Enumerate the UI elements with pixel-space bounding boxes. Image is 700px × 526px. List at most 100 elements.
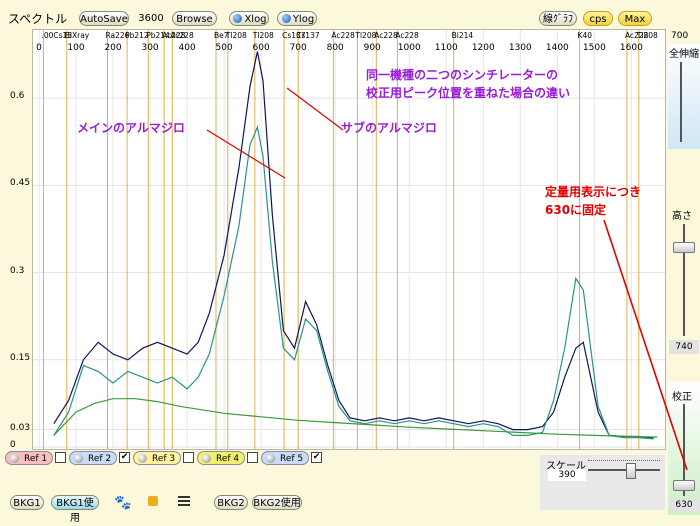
window-title: スペクトル: [8, 12, 68, 26]
ref-dot-icon: [138, 454, 147, 463]
radio-icon: [281, 14, 291, 23]
ref-checkbox-4[interactable]: [247, 452, 258, 463]
bkg2-use-button[interactable]: BKG2使用: [252, 495, 302, 510]
zoom-track: [680, 62, 682, 142]
ref-checkbox-3[interactable]: [183, 452, 194, 463]
bottom-bar: Ref 1 Ref 2 ✔ Ref 3 Ref 4 Ref 5 ✔ BKG1 BKG1使用 …: [0, 450, 668, 524]
spectrum-plot[interactable]: .00Cs13 BiXray Ra226 Pb212 Pb214 Ac228 Ac228 Be…: [32, 29, 666, 450]
ref-checkbox-2[interactable]: ✔: [119, 452, 130, 463]
ref-dot-icon: [10, 454, 19, 463]
calib-value: 630: [669, 498, 699, 512]
scale-panel: スケール 390: [540, 455, 665, 510]
y-tick-label: 0.45: [10, 178, 31, 189]
isotope-label: Tl208: [354, 31, 376, 40]
height-slider-area[interactable]: 高さ 740: [668, 152, 700, 367]
spectrum-chart: .00Cs13BiXray Ra226Pb212Pb214Ac228Ac228 Be…: [33, 30, 665, 449]
ref-checkbox-5[interactable]: ✔: [311, 452, 322, 463]
series-line-1: [53, 51, 654, 439]
height-label: 高さ: [672, 211, 692, 222]
annotation-main-label: メインのアルマジロ: [77, 121, 185, 135]
ref-label: Ref 3: [152, 454, 176, 464]
xlog-label: Xlog: [244, 14, 267, 25]
cps-button[interactable]: cps: [583, 11, 613, 26]
calib-slider-area[interactable]: 校正 630: [668, 382, 700, 515]
bkg1-button[interactable]: BKG1: [10, 495, 44, 510]
series-line-3: [53, 398, 658, 438]
scale-value: 390: [548, 469, 586, 481]
ref-button-5[interactable]: Ref 5: [261, 451, 309, 465]
bkg1-use-button[interactable]: BKG1使用: [51, 495, 99, 524]
isotope-label: Ac228: [395, 31, 419, 40]
y-tick-label: 0.15: [10, 352, 31, 363]
x-tick-label: 1600: [620, 43, 643, 53]
bkg2-button[interactable]: BKG2: [214, 495, 248, 510]
scale-slider-thumb[interactable]: [626, 463, 636, 479]
ref-checkbox-1[interactable]: [55, 452, 66, 463]
line-graph-button[interactable]: 線ｸﾞﾗﾌ: [539, 11, 577, 26]
right-panel: 700 全伸縮 高さ 740 校正 630: [668, 28, 700, 515]
annotation-title-line2: 校正用ピーク位置を重ねた場合の違い: [366, 86, 571, 100]
annotation-title-line1: 同一機種の二つのシンチレーターの: [366, 68, 559, 82]
height-track: [683, 224, 685, 336]
scale-ticks: [588, 460, 660, 463]
isotope-label: BiXray: [65, 31, 90, 40]
isotope-label: K40: [578, 31, 593, 40]
ref-label: Ref 5: [280, 454, 304, 464]
x-tick-label: 900: [364, 43, 381, 53]
x-tick-label: 300: [141, 43, 158, 53]
x-tick-label: 400: [179, 43, 196, 53]
x-tick-label: 1100: [435, 43, 458, 53]
zoom-label: 全伸縮: [669, 49, 699, 60]
annotation-sub-label: サブのアルマジロ: [341, 121, 437, 135]
ref-button-4[interactable]: Ref 4: [197, 451, 245, 465]
y-tick-label: 0.6: [10, 91, 25, 102]
isotope-label: Ac228: [170, 31, 194, 40]
x-tick-label: 800: [327, 43, 344, 53]
zoom-slider-area[interactable]: 全伸縮: [668, 44, 700, 149]
x-tick-label: 1000: [398, 43, 421, 53]
height-slider-thumb[interactable]: [673, 242, 695, 253]
x-tick-label: 600: [253, 43, 270, 53]
annotation-fixed-line2: 630に固定: [545, 203, 607, 217]
ref-label: Ref 2: [88, 454, 112, 464]
x-tick-label: 1400: [546, 43, 569, 53]
isotope-label: Tl208: [636, 31, 658, 40]
x-tick-label: 0: [36, 43, 42, 53]
x-tick-label: 500: [216, 43, 233, 53]
paw-icon[interactable]: 🐾: [114, 495, 131, 511]
scale-track: [588, 469, 660, 471]
isotope-label: Tl208: [252, 31, 274, 40]
ref-button-2[interactable]: Ref 2: [69, 451, 117, 465]
calib-slider-thumb[interactable]: [673, 480, 695, 491]
y-tick-label: 0.3: [10, 265, 25, 276]
x-tick-label: 1500: [583, 43, 606, 53]
ref-dot-icon: [202, 454, 211, 463]
toolbar: スペクトル AutoSave 3600 Browse Xlog Ylog 線ｸﾞ…: [0, 8, 700, 28]
ref-button-1[interactable]: Ref 1: [5, 451, 53, 465]
ref-dot-icon: [74, 454, 83, 463]
max-button[interactable]: Max: [618, 11, 652, 26]
lock-icon[interactable]: [148, 496, 158, 506]
autosave-button[interactable]: AutoSave: [79, 11, 129, 26]
spectrum-window: スペクトル AutoSave 3600 Browse Xlog Ylog 線ｸﾞ…: [0, 0, 700, 524]
browse-button[interactable]: Browse: [172, 11, 217, 26]
isotope-label: Tl208: [225, 31, 247, 40]
ref-dot-icon: [266, 454, 275, 463]
list-icon[interactable]: [178, 494, 190, 508]
x-tick-label: 1300: [509, 43, 532, 53]
ref-label: Ref 1: [24, 454, 48, 464]
ref-button-3[interactable]: Ref 3: [133, 451, 181, 465]
y-tick-label: 0.03: [10, 422, 31, 433]
calib-label: 校正: [672, 392, 692, 403]
ylog-label: Ylog: [292, 14, 315, 25]
series-line-2: [53, 125, 654, 440]
ylog-button[interactable]: Ylog: [277, 11, 317, 26]
x-tick-label: 700: [290, 43, 307, 53]
xlog-button[interactable]: Xlog: [229, 11, 269, 26]
radio-icon: [233, 14, 243, 23]
top-value: 700: [671, 31, 689, 41]
ref-label: Ref 4: [216, 454, 240, 464]
isotope-label: Bi214: [452, 31, 474, 40]
y-tick-label: 0: [10, 440, 16, 450]
x-tick-label: 100: [67, 43, 84, 53]
